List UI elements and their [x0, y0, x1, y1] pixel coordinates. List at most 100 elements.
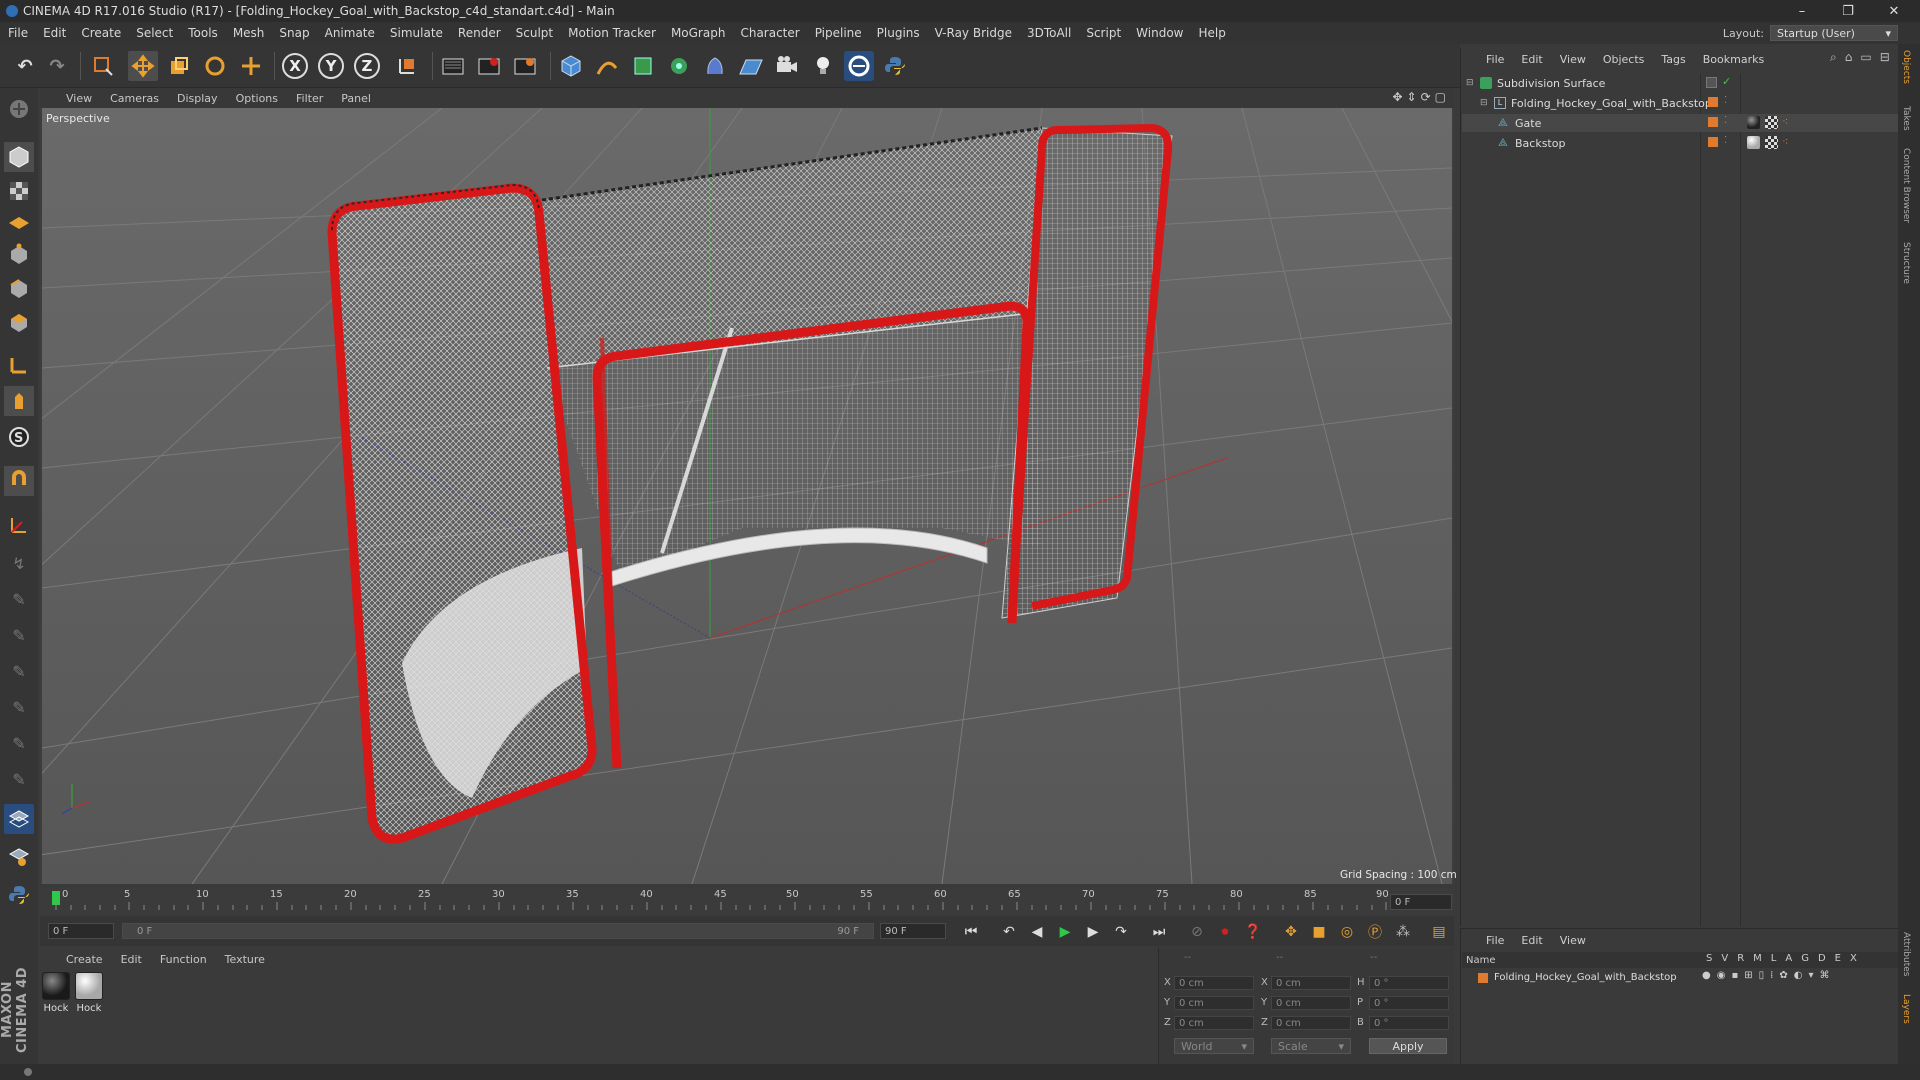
visibility-dots-icon[interactable]: ⁚ [1724, 115, 1727, 126]
visibility-dots-icon[interactable]: ⁚ [1724, 95, 1727, 106]
timeline-window-icon[interactable]: ▤ [1428, 922, 1450, 942]
edges-mode-icon[interactable] [4, 274, 34, 304]
render-icon[interactable]: ▪ [1731, 970, 1738, 981]
snap-icon[interactable]: S [4, 422, 34, 452]
menu-file[interactable]: File [8, 26, 28, 40]
menu-motion-tracker[interactable]: Motion Tracker [568, 26, 656, 40]
render-view-icon[interactable] [438, 51, 468, 81]
axis-mode-icon[interactable] [4, 350, 34, 380]
apply-button[interactable]: Apply [1369, 1038, 1447, 1054]
menu-vray-bridge[interactable]: V-Ray Bridge [935, 26, 1012, 40]
workplane-mode-icon[interactable] [4, 206, 34, 236]
visibility-toggle-icon[interactable] [1706, 77, 1717, 88]
array-generator-icon[interactable] [664, 51, 694, 81]
polygons-mode-icon[interactable] [4, 308, 34, 338]
key-rotation-icon[interactable]: ◎ [1336, 922, 1358, 942]
tab-takes[interactable]: Takes [1901, 106, 1911, 131]
sculpt-brush-icon[interactable]: ✎ [4, 584, 34, 614]
layer-row[interactable]: Folding_Hockey_Goal_with_Backstop ● ◉ ▪ … [1462, 969, 1898, 986]
bend-deformer-icon[interactable]: ↯ [4, 548, 34, 578]
material-menu-function[interactable]: Function [160, 953, 207, 966]
key-parameter-icon[interactable]: Ⓟ [1364, 922, 1386, 942]
menu-edit[interactable]: Edit [43, 26, 66, 40]
home-icon[interactable]: ⌂ [1845, 50, 1853, 65]
floor-icon[interactable] [736, 51, 766, 81]
model-mode-icon[interactable] [4, 142, 34, 172]
previous-frame-icon[interactable]: ◀ [1026, 922, 1048, 942]
texture-tag-icon[interactable] [1765, 116, 1778, 129]
menu-character[interactable]: Character [740, 26, 799, 40]
menu-mograph[interactable]: MoGraph [671, 26, 726, 40]
cube-icon[interactable] [556, 51, 586, 81]
auto-keying-icon[interactable]: ⏺ [1214, 922, 1236, 942]
size-y-field[interactable]: 0 cm [1271, 996, 1351, 1010]
view-eye-icon[interactable]: ◉ [1717, 970, 1726, 981]
generator-icon[interactable]: ✿ [1779, 970, 1787, 981]
viewport-menu-filter[interactable]: Filter [296, 92, 323, 105]
solo-icon[interactable]: ● [1702, 970, 1711, 981]
collapse-toggle-icon[interactable]: ⊟ [1480, 98, 1490, 108]
rotation-p-field[interactable]: 0 ° [1369, 996, 1449, 1010]
position-x-field[interactable]: 0 cm [1174, 976, 1254, 990]
manager-icon[interactable]: ⊞ [1744, 970, 1752, 981]
position-y-field[interactable]: 0 cm [1174, 996, 1254, 1010]
gravity-grid-icon[interactable] [4, 842, 34, 872]
tab-objects[interactable]: Objects [1901, 50, 1911, 84]
material-tag-icon[interactable] [1747, 116, 1760, 129]
visibility-dots-icon[interactable]: ⁚ [1724, 135, 1727, 146]
layers-menu-file[interactable]: File [1486, 934, 1504, 947]
tab-attributes[interactable]: Attributes [1901, 932, 1911, 976]
subdivision-surface-icon[interactable] [628, 51, 658, 81]
record-active-icon[interactable]: ⊘ [1186, 922, 1208, 942]
start-frame-field[interactable]: 0 F [48, 923, 114, 939]
size-mode-dropdown[interactable]: Scale ▾ [1271, 1038, 1351, 1054]
rotate-icon[interactable] [200, 51, 230, 81]
smooth-brush-icon[interactable]: ✎ [4, 620, 34, 650]
texture-mode-icon[interactable] [4, 176, 34, 206]
current-frame-field[interactable]: 0 F [1390, 894, 1452, 910]
collapse-toggle-icon[interactable]: ⊟ [1466, 78, 1476, 88]
material-menu-edit[interactable]: Edit [121, 953, 142, 966]
menu-simulate[interactable]: Simulate [390, 26, 443, 40]
key-position-icon[interactable]: ✥ [1280, 922, 1302, 942]
texture-tag-icon[interactable] [1765, 136, 1778, 149]
menu-render[interactable]: Render [458, 26, 501, 40]
settings-icon[interactable]: ▭ [1860, 50, 1871, 65]
objects-menu-file[interactable]: File [1486, 53, 1504, 66]
tweak-mode-icon[interactable] [4, 386, 34, 416]
coordinate-mode-dropdown[interactable]: World ▾ [1174, 1038, 1254, 1054]
material-tag-icon[interactable] [1747, 136, 1760, 149]
transform-icon[interactable] [236, 51, 266, 81]
z-axis-lock-icon[interactable]: Z [354, 53, 380, 79]
pinch-brush-icon[interactable]: ✎ [4, 728, 34, 758]
key-pla-icon[interactable]: ⁂ [1392, 922, 1414, 942]
search-icon[interactable]: ⌕ [1830, 50, 1837, 65]
layer-color-tag[interactable] [1708, 137, 1718, 147]
object-row-subdivision-surface[interactable]: ⊟ Subdivision Surface ✓ [1462, 74, 1898, 92]
menu-window[interactable]: Window [1136, 26, 1183, 40]
object-row-gate[interactable]: ⟁ Gate ⁚ ⁖ [1462, 114, 1898, 132]
menu-3dtoall[interactable]: 3DToAll [1027, 26, 1071, 40]
viewport-menu-panel[interactable]: Panel [341, 92, 371, 105]
tab-content-browser[interactable]: Content Browser [1901, 148, 1911, 223]
viewport-menu-options[interactable]: Options [236, 92, 278, 105]
material-swatch-white[interactable] [75, 972, 103, 1000]
menu-animate[interactable]: Animate [325, 26, 375, 40]
pull-brush-icon[interactable]: ✎ [4, 656, 34, 686]
viewport-move-icon[interactable]: ✥ [1392, 90, 1402, 104]
flatten-brush-icon[interactable]: ✎ [4, 764, 34, 794]
light-icon[interactable] [808, 51, 838, 81]
magnet-icon[interactable] [4, 466, 34, 496]
next-key-icon[interactable]: ↷ [1110, 922, 1132, 942]
menu-plugins[interactable]: Plugins [877, 26, 920, 40]
vray-icon[interactable] [844, 51, 874, 81]
tab-structure[interactable]: Structure [1901, 242, 1911, 284]
menu-mesh[interactable]: Mesh [233, 26, 265, 40]
viewport-toggle-icon[interactable]: ▢ [1435, 90, 1446, 104]
menu-sculpt[interactable]: Sculpt [516, 26, 553, 40]
play-icon[interactable]: ▶ [1054, 922, 1076, 942]
python-script-icon[interactable] [4, 880, 34, 910]
expression-icon[interactable]: ▾ [1808, 970, 1813, 981]
rotation-h-field[interactable]: 0 ° [1369, 976, 1449, 990]
layout-dropdown[interactable]: Startup (User) ▾ [1770, 25, 1898, 41]
